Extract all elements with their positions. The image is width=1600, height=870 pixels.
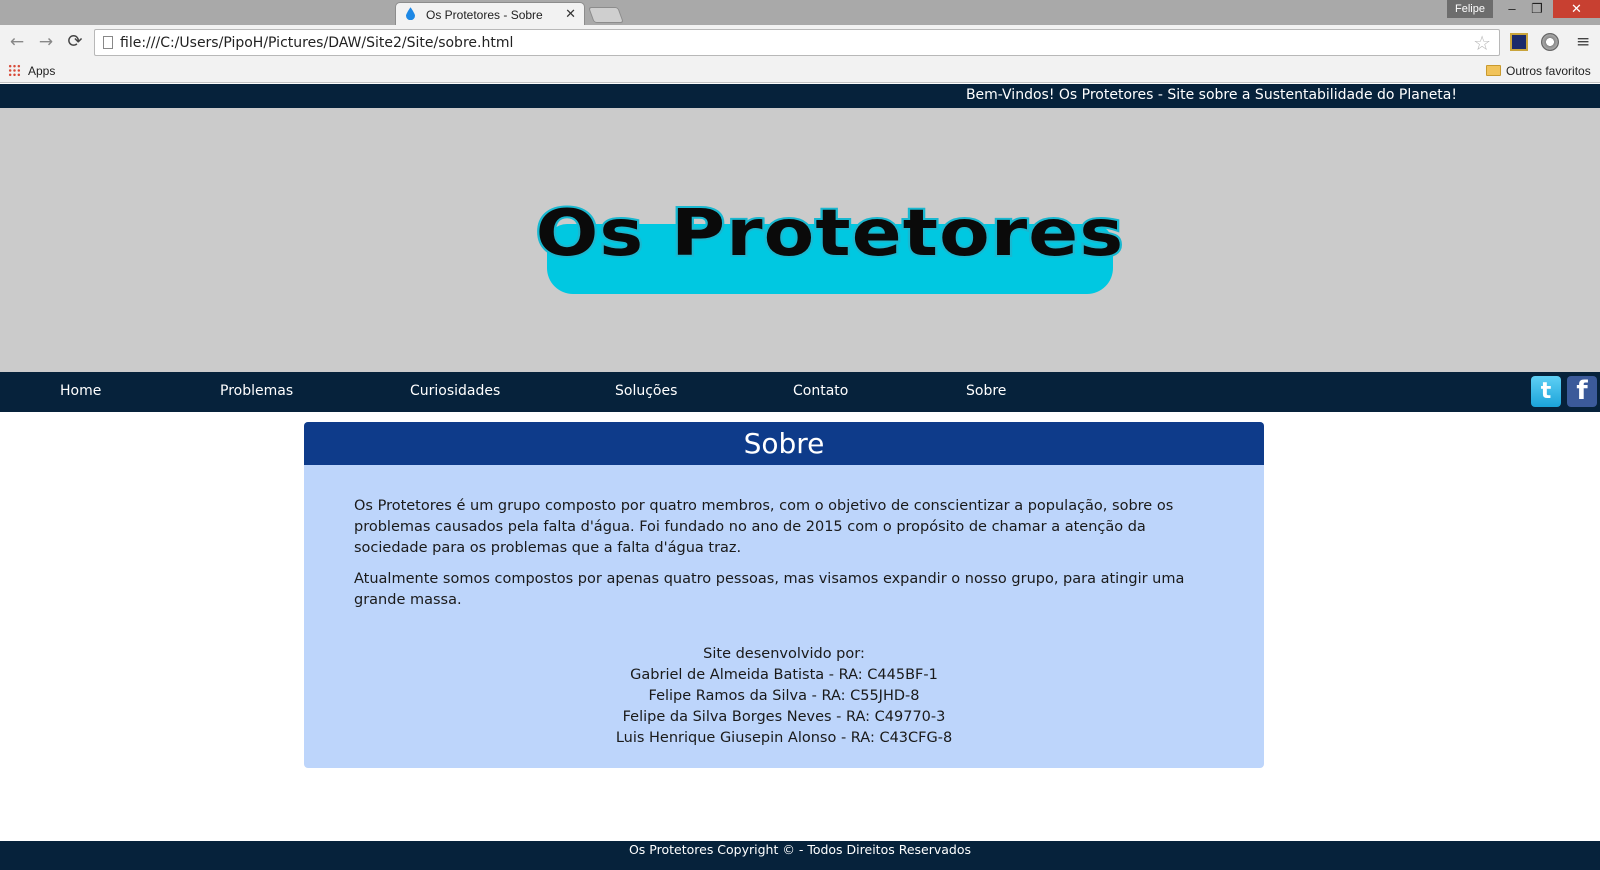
window-maximize-button[interactable]: ❐ bbox=[1524, 0, 1550, 18]
footer-copyright: Os Protetores Copyright © - Todos Direit… bbox=[628, 842, 972, 857]
tab-close-icon[interactable]: ✕ bbox=[565, 6, 576, 22]
site-logo: Os Protetores bbox=[533, 195, 1125, 302]
welcome-text: Bem-Vindos! Os Protetores - Site sobre a… bbox=[965, 87, 1457, 103]
forward-arrow-icon[interactable]: → bbox=[35, 31, 57, 53]
credit-line: Gabriel de Almeida Batista - RA: C445BF-… bbox=[630, 667, 938, 683]
address-bar[interactable]: ☆ bbox=[94, 29, 1500, 56]
url-input[interactable] bbox=[120, 32, 1450, 53]
browser-titlebar: Os Protetores - Sobre ✕ Felipe – ❐ ✕ bbox=[0, 0, 1600, 26]
other-bookmarks-link[interactable]: Outros favoritos bbox=[1506, 64, 1591, 78]
browser-menu-icon[interactable]: ≡ bbox=[1576, 33, 1590, 51]
site-footer: Os Protetores Copyright © - Todos Direit… bbox=[0, 841, 1600, 870]
facebook-icon[interactable]: f bbox=[1567, 376, 1597, 407]
welcome-bar: Bem-Vindos! Os Protetores - Site sobre a… bbox=[0, 84, 1600, 108]
nav-home[interactable]: Home bbox=[60, 383, 101, 399]
credit-line: Luis Henrique Giusepin Alonso - RA: C43C… bbox=[615, 730, 953, 746]
about-panel: Sobre Os Protetores é um grupo composto … bbox=[304, 422, 1264, 768]
header-banner: Os Protetores bbox=[0, 108, 1600, 372]
apps-grid-icon[interactable] bbox=[8, 64, 21, 77]
extension-circle-icon[interactable] bbox=[1541, 33, 1559, 51]
main-navigation: Home Problemas Curiosidades Soluções Con… bbox=[0, 372, 1600, 412]
about-text: Os Protetores é um grupo composto por qu… bbox=[354, 496, 1214, 621]
credit-line: Felipe Ramos da Silva - RA: C55JHD-8 bbox=[648, 688, 920, 704]
nav-problemas[interactable]: Problemas bbox=[220, 383, 293, 399]
extension-icon[interactable] bbox=[1510, 33, 1528, 51]
bookmark-star-icon[interactable]: ☆ bbox=[1473, 31, 1491, 55]
page-icon bbox=[103, 36, 113, 49]
bookmarks-bar: Apps Outros favoritos bbox=[0, 59, 1600, 83]
credit-line: Felipe da Silva Borges Neves - RA: C4977… bbox=[622, 709, 946, 725]
about-paragraph: Os Protetores é um grupo composto por qu… bbox=[354, 498, 1174, 556]
tab-title: Os Protetores - Sobre bbox=[426, 8, 543, 22]
browser-toolbar: ← → ⟳ ☆ ≡ bbox=[0, 25, 1600, 59]
nav-sobre[interactable]: Sobre bbox=[966, 383, 1006, 399]
folder-icon[interactable] bbox=[1486, 65, 1501, 76]
window-close-button[interactable]: ✕ bbox=[1553, 0, 1600, 18]
profile-user-badge[interactable]: Felipe bbox=[1447, 0, 1493, 18]
new-tab-button[interactable] bbox=[588, 7, 624, 23]
credits-heading: Site desenvolvido por: bbox=[703, 646, 865, 662]
logo-text: Os Protetores bbox=[533, 195, 1125, 273]
water-drop-icon bbox=[406, 7, 415, 20]
twitter-icon[interactable]: t bbox=[1531, 376, 1561, 407]
active-tab[interactable]: Os Protetores - Sobre ✕ bbox=[395, 2, 585, 26]
back-arrow-icon[interactable]: ← bbox=[6, 31, 28, 53]
credits: Site desenvolvido por: Gabriel de Almeid… bbox=[304, 644, 1264, 749]
about-paragraph: Atualmente somos compostos por apenas qu… bbox=[354, 571, 1185, 608]
apps-bookmark[interactable]: Apps bbox=[28, 64, 55, 78]
nav-solucoes[interactable]: Soluções bbox=[615, 383, 677, 399]
nav-curiosidades[interactable]: Curiosidades bbox=[410, 383, 500, 399]
nav-contato[interactable]: Contato bbox=[793, 383, 848, 399]
about-title: Sobre bbox=[304, 422, 1264, 465]
window-minimize-button[interactable]: – bbox=[1500, 0, 1524, 18]
reload-icon[interactable]: ⟳ bbox=[64, 31, 86, 53]
